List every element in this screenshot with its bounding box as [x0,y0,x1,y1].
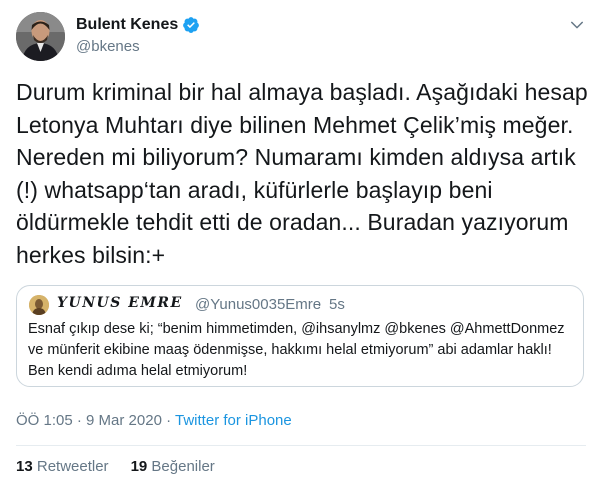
tweet-date[interactable]: 9 Mar 2020 [86,412,162,429]
quoted-text-line: Esnaf çıkıp dese ki; “benim himmetimden,… [28,321,565,337]
quoted-text-line: ve münferit ekibine maaş ödenmişse, hakk… [28,342,552,358]
retweets-label: Retweetler [36,458,109,475]
author-avatar-image [16,12,65,61]
quoted-avatar-image [29,295,49,315]
quoted-display-name[interactable]: 𝒀𝑼𝑵𝑼𝑺 𝑬𝑴𝑹𝑬 [57,295,183,311]
tweet-text-line: herkes bilsin:+ [16,241,166,268]
tweet-text-line: Durum kriminal bir hal almaya başladı. A… [16,79,588,105]
quoted-tweet[interactable]: 𝒀𝑼𝑵𝑼𝑺 𝑬𝑴𝑹𝑬 @Yunus0035Emre · 5s Esnaf çık… [16,285,584,387]
likes-label: Beğeniler [151,458,215,475]
quoted-timestamp[interactable]: 5s [329,296,345,313]
tweet-meta: ÖÖ 1:05 · 9 Mar 2020 · Twitter for iPhon… [16,412,292,429]
retweets-count: 13 [16,458,33,475]
likes-count: 19 [130,458,148,475]
quoted-text-line: Ben kendi adıma helal etmiyorum! [28,363,248,379]
meta-separator: · [76,412,82,429]
tweet-text: Durum kriminal bir hal almaya başladı. A… [16,76,588,271]
tweet-stats: 13 Retweetler 19 Beğeniler [16,458,215,475]
tweet-text-line: Letonya Muhtarı diye bilinen Mehmet Çeli… [16,111,574,138]
quoted-separator: · [317,296,322,313]
author-name-row[interactable]: Bulent Kenes [76,16,200,34]
meta-separator: · [166,412,172,429]
divider [16,445,586,446]
author-handle[interactable]: @bkenes [76,38,140,55]
author-display-name[interactable]: Bulent Kenes [76,16,178,34]
quoted-text: Esnaf çıkıp dese ki; “benim himmetimden,… [28,319,580,382]
tweet-card: Bulent Kenes @bkenes Durum kriminal bir … [0,0,602,484]
verified-badge-icon [183,17,200,33]
retweets-stat[interactable]: 13 Retweetler [16,458,109,475]
quoted-handle[interactable]: @Yunus0035Emre [195,296,321,313]
author-avatar[interactable] [16,12,65,61]
tweet-text-line: (!) whatsapp‘tan aradı, küfürlerle başla… [16,176,493,203]
chevron-down-icon[interactable] [568,16,586,34]
tweet-text-line: öldürmekle tehdit etti de oradan... Bura… [16,209,569,235]
tweet-source-link[interactable]: Twitter for iPhone [175,412,292,429]
tweet-time[interactable]: ÖÖ 1:05 [16,412,73,429]
tweet-text-line: Nereden mi biliyorum? Numaramı kimden al… [16,144,576,170]
quoted-author-avatar[interactable] [29,295,49,315]
likes-stat[interactable]: 19 Beğeniler [131,458,215,475]
